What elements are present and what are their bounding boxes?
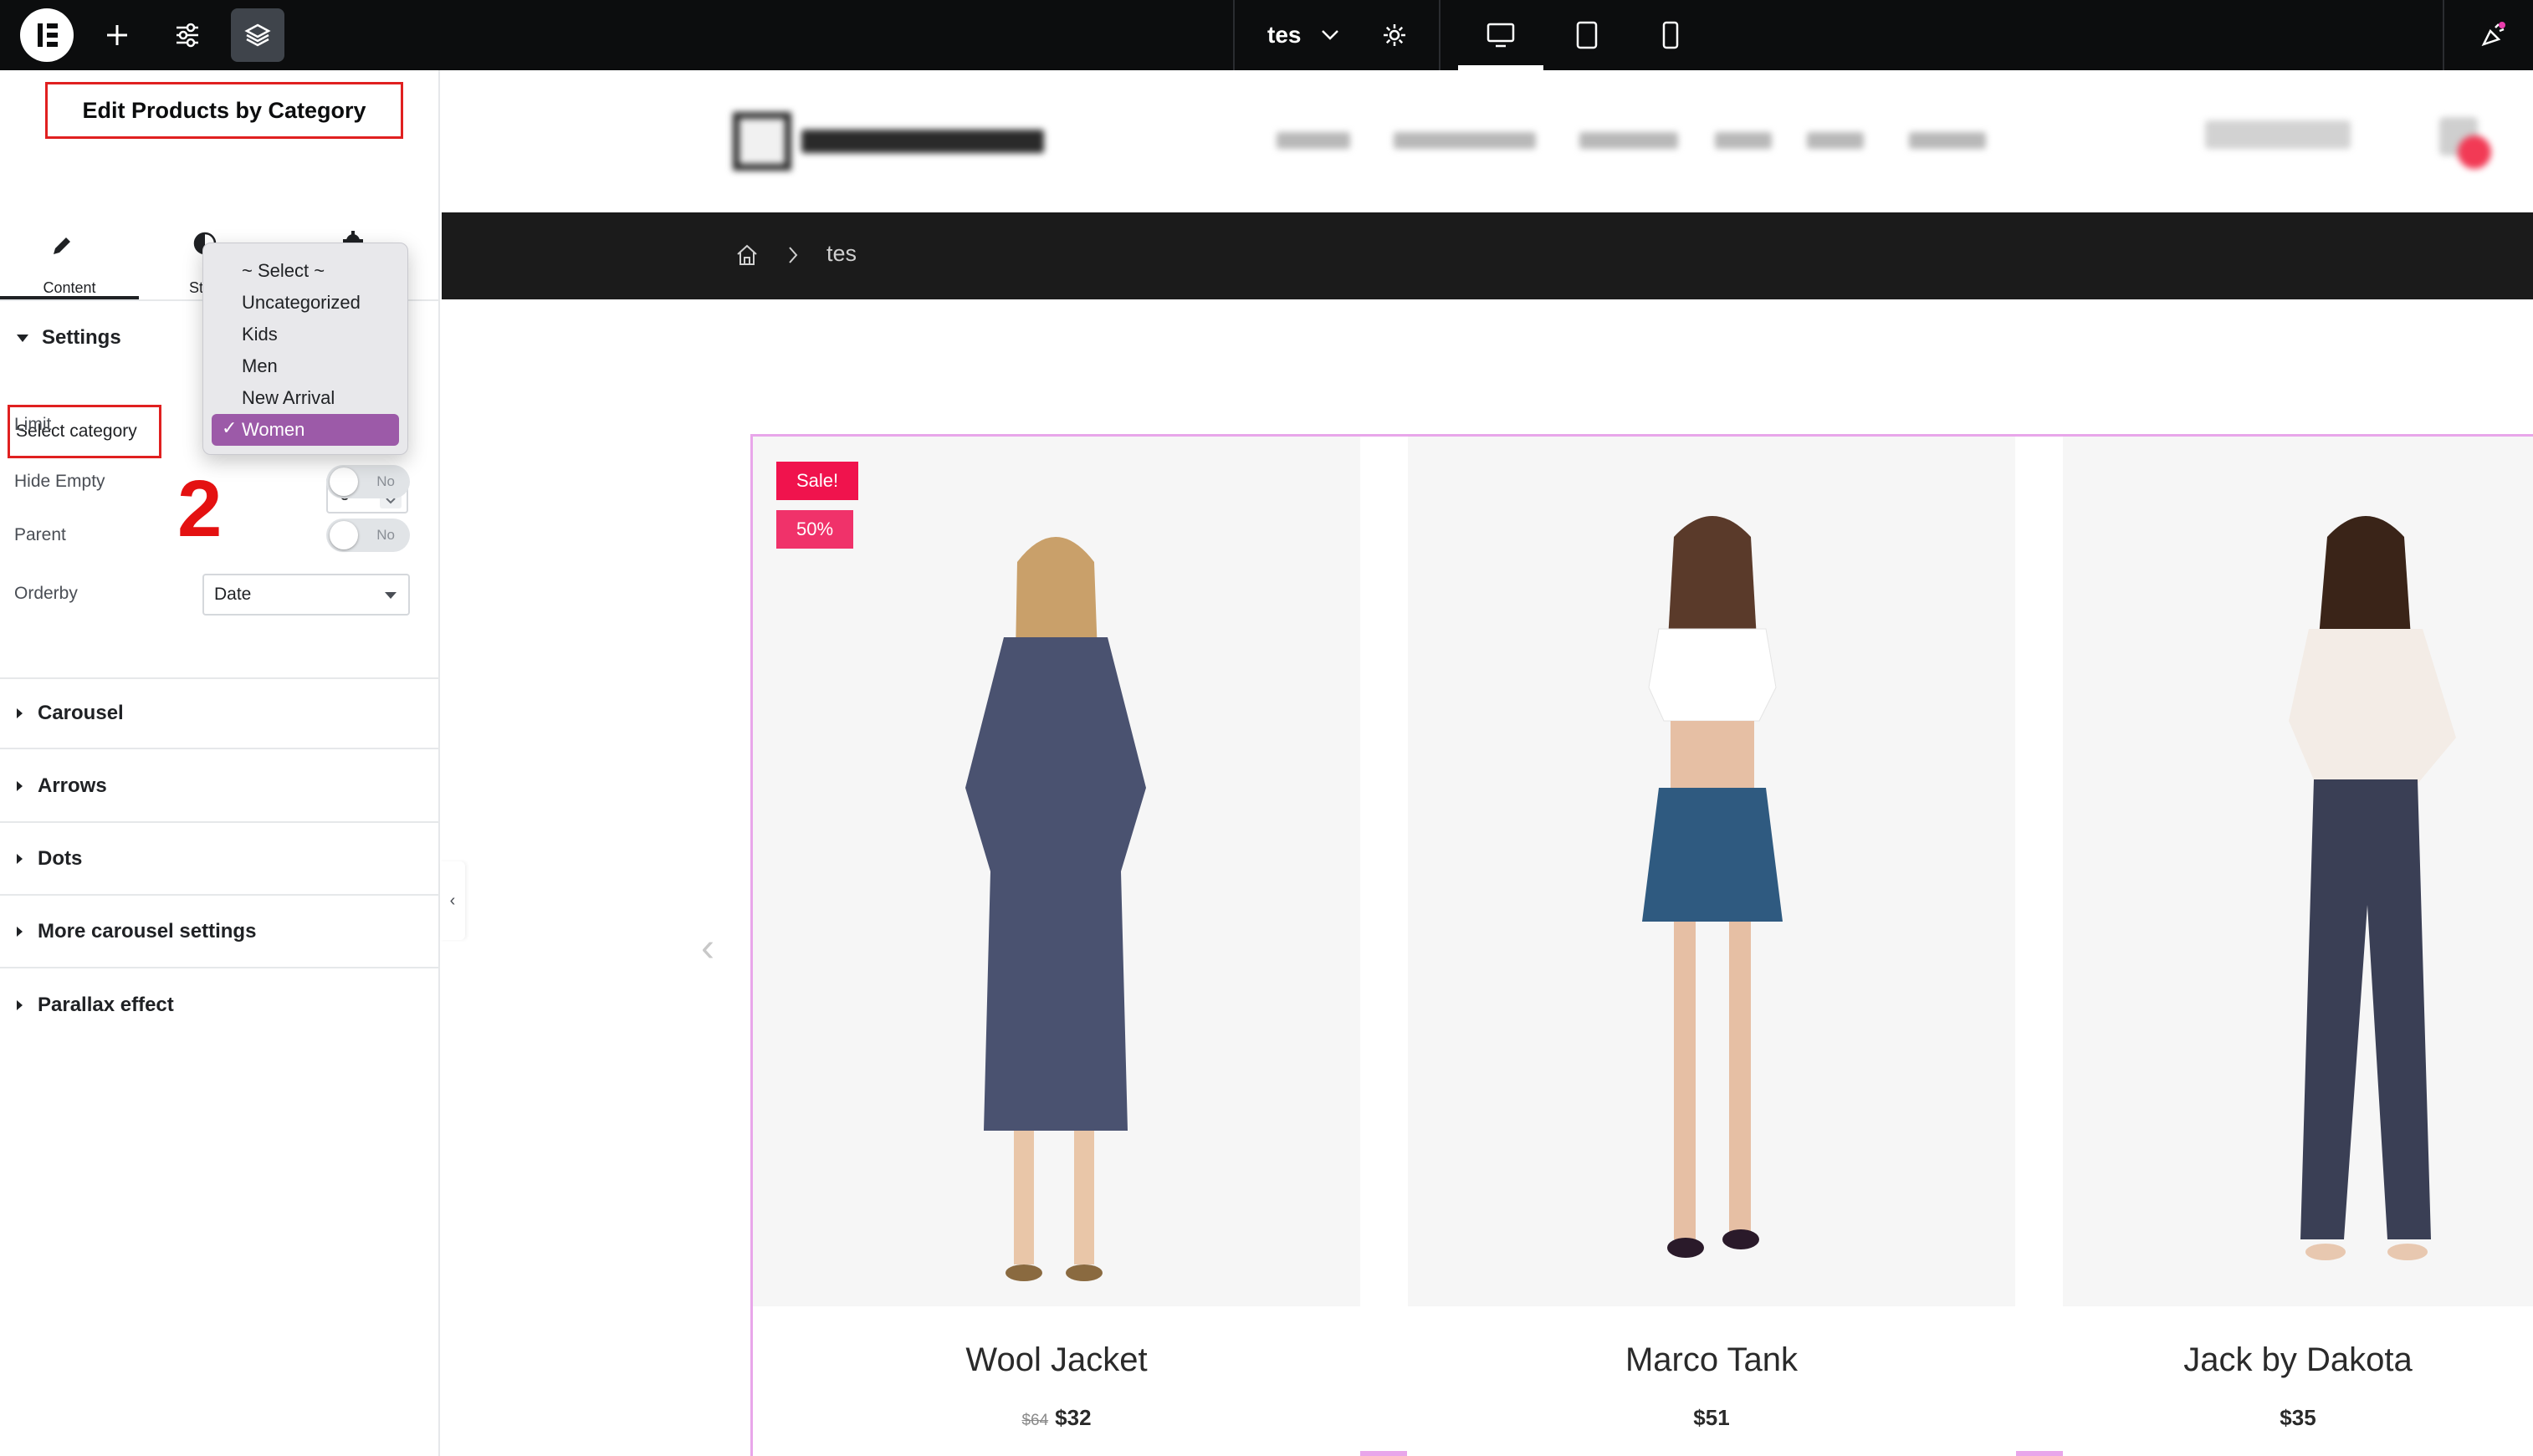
nav-item[interactable] xyxy=(1909,132,1986,149)
section-label: Carousel xyxy=(38,702,124,724)
divider xyxy=(1439,0,1440,70)
caret-right-icon xyxy=(17,781,23,791)
notification-icon[interactable] xyxy=(2468,0,2518,70)
dropdown-option[interactable]: Kids xyxy=(203,319,407,350)
breadcrumb: tes xyxy=(442,212,2533,299)
layers-icon[interactable] xyxy=(231,8,284,62)
section-label: Dots xyxy=(38,847,83,870)
chevron-left-icon: ‹ xyxy=(449,891,456,910)
product-image[interactable]: Sale! 50% xyxy=(753,437,1360,1306)
dropdown-option[interactable]: Men xyxy=(203,350,407,382)
annotation-step-number: 2 xyxy=(177,464,223,554)
elementor-logo-icon[interactable] xyxy=(20,8,74,62)
product-title[interactable]: Marco Tank xyxy=(1408,1341,2015,1379)
dropdown-option[interactable]: New Arrival xyxy=(203,382,407,414)
page-name: tes xyxy=(1267,22,1302,48)
page-name-selector[interactable]: tes xyxy=(1267,0,1339,70)
pencil-icon xyxy=(54,238,70,254)
section-more-carousel-settings[interactable]: More carousel settings xyxy=(0,897,440,968)
chevron-right-icon xyxy=(789,247,798,263)
caret-right-icon xyxy=(17,1000,23,1010)
product-image[interactable] xyxy=(2063,437,2533,1306)
product-sale-price: $32 xyxy=(1055,1405,1092,1430)
cart-count-badge xyxy=(2458,135,2491,169)
sale-badge: Sale! xyxy=(776,462,859,500)
collapse-panel-handle[interactable]: ‹ xyxy=(440,861,465,940)
caret-right-icon xyxy=(17,854,23,864)
nav-item[interactable] xyxy=(1394,132,1536,149)
section-carousel[interactable]: Carousel xyxy=(0,677,440,749)
product-card[interactable]: Sale! 50% Wool Jacket $64 $32 xyxy=(753,437,1360,1456)
panel-title: Edit Products by Category xyxy=(45,82,403,139)
settings-section-title: Settings xyxy=(42,326,121,349)
hide-empty-value: No xyxy=(376,473,395,489)
caret-right-icon xyxy=(17,708,23,718)
settings-section-header[interactable]: Settings xyxy=(0,326,121,350)
active-tab-indicator xyxy=(0,296,139,299)
caret-down-icon xyxy=(17,334,28,342)
tab-content-label: Content xyxy=(43,279,96,296)
dropdown-option-selected[interactable]: ✓ Women xyxy=(212,414,399,446)
gear-icon[interactable] xyxy=(1372,0,1417,70)
tablet-icon[interactable] xyxy=(1564,0,1609,70)
site-header xyxy=(442,70,2533,212)
nav-item[interactable] xyxy=(1277,132,1350,149)
nav-item[interactable] xyxy=(1807,132,1864,149)
toggle-knob xyxy=(330,467,358,496)
discount-badge: 50% xyxy=(776,510,854,549)
divider xyxy=(1233,0,1235,70)
product-price: $51 xyxy=(1693,1405,1730,1430)
section-label: Parallax effect xyxy=(38,994,174,1016)
product-old-price: $64 xyxy=(1021,1412,1049,1429)
breadcrumb-current: tes xyxy=(826,241,857,266)
checkmark-icon: ✓ xyxy=(222,417,238,438)
product-title[interactable]: Wool Jacket xyxy=(753,1341,1360,1379)
parent-label: Parent xyxy=(14,525,66,544)
nav-item[interactable] xyxy=(1579,132,1678,149)
chevron-down-icon xyxy=(1322,30,1339,40)
product-card[interactable]: Marco Tank $51 xyxy=(1408,437,2015,1456)
site-logo[interactable] xyxy=(733,112,1044,171)
section-dots[interactable]: Dots xyxy=(0,824,440,896)
hide-empty-toggle[interactable]: No xyxy=(326,465,410,498)
carousel-divider xyxy=(1360,1451,1407,1456)
editor-top-bar: tes xyxy=(0,0,2533,70)
category-dropdown-list[interactable]: ~ Select ~ Uncategorized Kids Men New Ar… xyxy=(202,243,408,455)
limit-label: Limit xyxy=(14,415,52,434)
add-icon[interactable] xyxy=(97,0,137,70)
orderby-select[interactable]: Date xyxy=(202,574,410,616)
orderby-label: Orderby xyxy=(14,584,78,603)
sliders-icon[interactable] xyxy=(167,0,207,70)
carousel-divider xyxy=(2016,1451,2063,1456)
product-title[interactable]: Jack by Dakota xyxy=(2063,1341,2533,1379)
section-arrows[interactable]: Arrows xyxy=(0,751,440,823)
mobile-icon[interactable] xyxy=(1648,0,1693,70)
dropdown-option[interactable]: Uncategorized xyxy=(203,287,407,319)
home-icon[interactable] xyxy=(734,243,760,268)
dropdown-selected-label: Women xyxy=(242,419,305,440)
section-label: Arrows xyxy=(38,774,107,797)
carousel-prev-arrow-icon[interactable]: ‹ xyxy=(701,925,714,971)
account-link[interactable] xyxy=(2205,120,2351,149)
dropdown-arrow-icon xyxy=(385,592,397,599)
parent-toggle[interactable]: No xyxy=(326,519,410,552)
nav-item[interactable] xyxy=(1715,132,1772,149)
orderby-value: Date xyxy=(214,585,252,604)
section-parallax-effect[interactable]: Parallax effect xyxy=(0,969,440,1041)
product-image[interactable] xyxy=(1408,437,2015,1306)
divider xyxy=(2443,0,2444,70)
parent-value: No xyxy=(376,527,395,543)
tab-content[interactable]: Content xyxy=(0,154,139,299)
product-price: $64 $32 xyxy=(753,1405,1360,1431)
product-price: $35 xyxy=(2280,1405,2316,1430)
tab-style-label: St xyxy=(189,279,204,296)
editor-panel: Edit Products by Category Content St Set… xyxy=(0,70,440,1456)
desktop-icon[interactable] xyxy=(1458,0,1543,70)
section-label: More carousel settings xyxy=(38,920,257,943)
hide-empty-label: Hide Empty xyxy=(14,472,105,491)
caret-right-icon xyxy=(17,927,23,937)
product-card[interactable]: Jack by Dakota $35 xyxy=(2063,437,2533,1456)
toggle-knob xyxy=(330,521,358,549)
dropdown-option[interactable]: ~ Select ~ xyxy=(203,255,407,287)
